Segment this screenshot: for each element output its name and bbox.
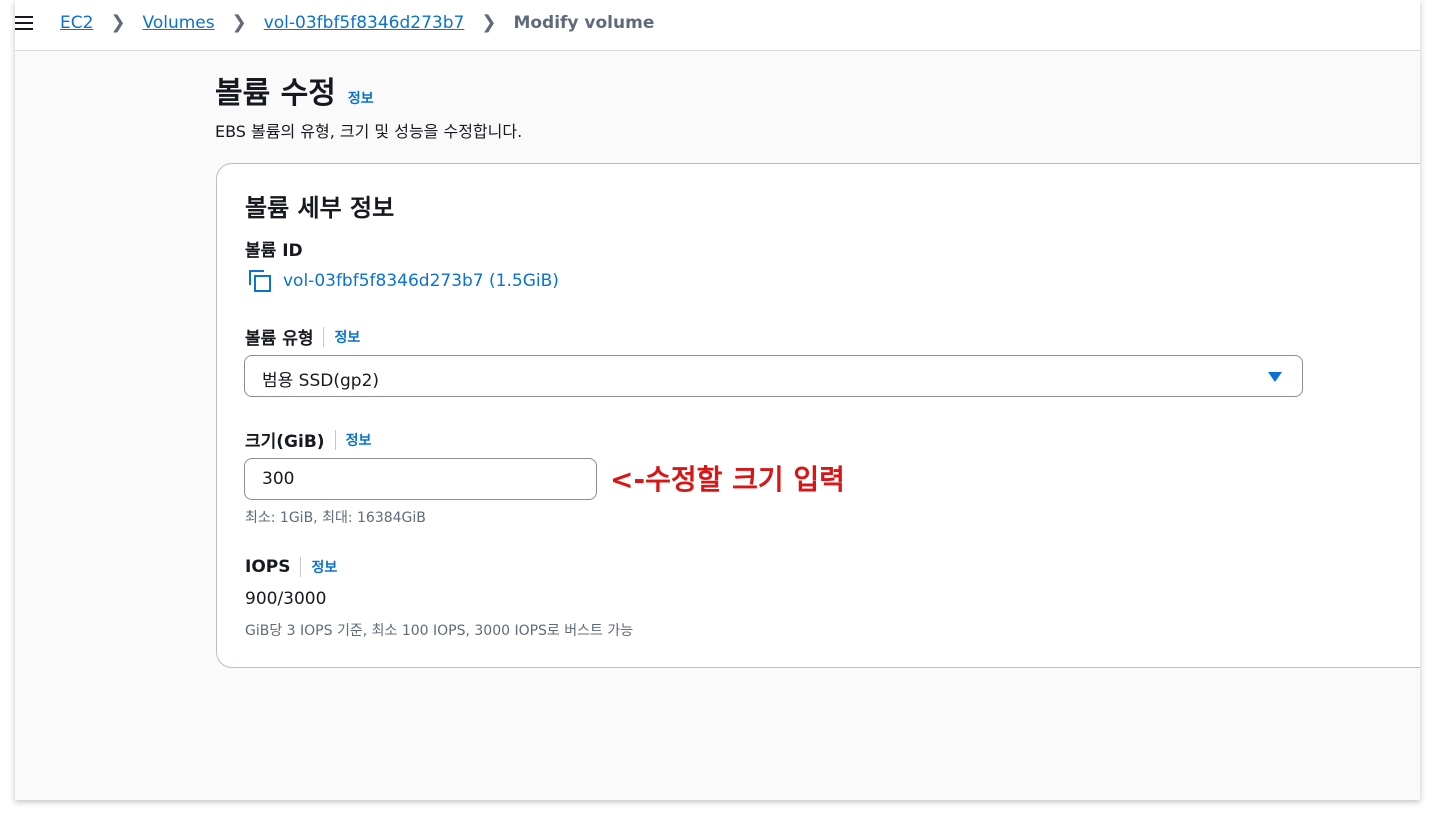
iops-info-link[interactable]: 정보 [311, 557, 337, 577]
size-input[interactable]: 300 [244, 458, 597, 500]
page-title: 볼륨 수정 [215, 76, 336, 111]
volume-type-info-link[interactable]: 정보 [334, 327, 360, 347]
size-constraint-hint: 최소: 1GiB, 최대: 16384GiB [245, 510, 426, 526]
volume-details-card: 볼륨 세부 정보 볼륨 ID vol-03fbf5f8346d273b7 (1.… [216, 163, 1420, 668]
caret-down-icon [1268, 372, 1282, 382]
volume-id-link[interactable]: vol-03fbf5f8346d273b7 (1.5GiB) [249, 270, 559, 292]
size-input-value: 300 [262, 469, 295, 489]
volume-type-select[interactable]: 범용 SSD(gp2) [244, 355, 1303, 397]
iops-label-text: IOPS [245, 557, 291, 577]
volume-id-label: 볼륨 ID [245, 236, 303, 261]
iops-label: IOPS 정보 [245, 557, 337, 577]
card-title: 볼륨 세부 정보 [245, 194, 395, 222]
chevron-right-icon: ❯ [481, 12, 497, 33]
size-annotation: <-수정할 크기 입력 [610, 463, 845, 496]
top-navigation: EC2 ❯ Volumes ❯ vol-03fbf5f8346d273b7 ❯ … [15, 0, 1420, 51]
breadcrumb-ec2[interactable]: EC2 [60, 13, 93, 33]
iops-hint: GiB당 3 IOPS 기준, 최소 100 IOPS, 3000 IOPS로 … [245, 623, 634, 639]
label-divider [334, 429, 336, 450]
label-divider [323, 326, 325, 347]
size-label: 크기(GiB) 정보 [245, 427, 371, 452]
copy-icon[interactable] [249, 270, 271, 292]
volume-id-label-text: 볼륨 ID [245, 241, 303, 261]
app-window: EC2 ❯ Volumes ❯ vol-03fbf5f8346d273b7 ❯ … [15, 0, 1420, 800]
chevron-right-icon: ❯ [110, 12, 126, 33]
breadcrumb-current: Modify volume [513, 12, 655, 33]
page-info-link[interactable]: 정보 [348, 88, 374, 108]
chevron-right-icon: ❯ [231, 12, 247, 33]
breadcrumb-volumes[interactable]: Volumes [143, 13, 215, 33]
volume-type-selected-value: 범용 SSD(gp2) [262, 371, 380, 391]
label-divider [300, 557, 302, 577]
hamburger-menu-icon[interactable] [15, 16, 33, 30]
size-label-text: 크기(GiB) [245, 432, 325, 452]
breadcrumb: EC2 ❯ Volumes ❯ vol-03fbf5f8346d273b7 ❯ … [60, 12, 654, 33]
page-header: 볼륨 수정 정보 [215, 68, 374, 112]
volume-type-label-text: 볼륨 유형 [245, 329, 314, 349]
breadcrumb-volume-id[interactable]: vol-03fbf5f8346d273b7 [264, 13, 465, 33]
size-info-link[interactable]: 정보 [346, 430, 372, 450]
volume-id-value[interactable]: vol-03fbf5f8346d273b7 (1.5GiB) [283, 271, 559, 291]
volume-type-label: 볼륨 유형 정보 [245, 324, 360, 349]
page-description: EBS 볼륨의 유형, 크기 및 성능을 수정합니다. [215, 122, 523, 141]
iops-value: 900/3000 [245, 589, 327, 609]
